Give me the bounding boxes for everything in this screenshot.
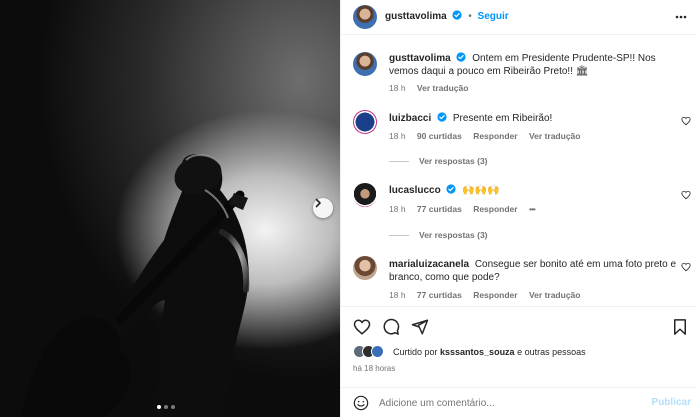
heart-icon[interactable]: [353, 318, 371, 336]
chevron-right-icon: [315, 198, 321, 208]
comment-input[interactable]: [379, 394, 639, 412]
caption-username[interactable]: gusttavolima: [389, 53, 451, 64]
comment-avatar-lucaslucco[interactable]: [353, 183, 377, 207]
translate-link[interactable]: Ver tradução: [529, 131, 581, 141]
post-header: gusttavolima • Seguir: [341, 0, 696, 35]
liked-by-prefix: Curtido por: [393, 347, 441, 357]
emoji-icon[interactable]: [353, 395, 369, 411]
next-slide-button[interactable]: [313, 198, 333, 218]
comment-meta: 18 h 90 curtidas Responder Ver tradução: [389, 131, 589, 141]
carousel-dot: [171, 405, 175, 409]
liked-by-user[interactable]: ksssantos_souza: [440, 347, 515, 357]
verified-badge-icon: [437, 112, 447, 122]
liked-by-avatars[interactable]: [353, 345, 393, 359]
comment-username[interactable]: lucaslucco: [389, 185, 441, 196]
liked-by-text: Curtido por ksssantos_souza e outras pes…: [393, 347, 586, 357]
heart-icon[interactable]: [681, 190, 691, 200]
comment-time: 18 h: [389, 204, 406, 214]
caption-avatar[interactable]: [353, 52, 377, 76]
liked-by-suffix: e outras pessoas: [514, 347, 586, 357]
share-icon[interactable]: [411, 318, 429, 336]
verified-badge-icon: [446, 184, 457, 194]
publish-button[interactable]: Publicar: [652, 397, 691, 408]
comment-avatar-marialuizacanela[interactable]: [353, 256, 377, 280]
comment-avatar-luizbacci[interactable]: [353, 110, 377, 134]
guitarist-silhouette: [20, 154, 250, 417]
reply-button[interactable]: Responder: [473, 290, 517, 300]
caption-translate-link[interactable]: Ver tradução: [417, 83, 469, 93]
comment-marialuizacanela: marialuizacanela Consegue ser bonito até…: [389, 258, 679, 284]
replies-divider: [389, 160, 409, 162]
comment-lucaslucco: lucaslucco 🙌🙌🙌: [389, 184, 659, 197]
comment-meta: 18 h 77 curtidas Responder •••: [389, 204, 544, 214]
carousel-dot: [157, 405, 161, 409]
comment-likes[interactable]: 77 curtidas: [417, 204, 462, 214]
verified-badge-icon: [456, 52, 467, 62]
view-replies-label: Ver respostas (3): [419, 230, 488, 240]
replies-divider: [389, 234, 409, 236]
comment-time: 18 h: [389, 131, 406, 141]
reply-button[interactable]: Responder: [473, 131, 517, 141]
header-separator: •: [468, 11, 472, 22]
post-sidebar: gusttavolima • Seguir gusttavolima Ontem…: [340, 0, 696, 417]
comment-username[interactable]: marialuizacanela: [389, 259, 469, 270]
caption-time: 18 h: [389, 83, 406, 93]
comment-text: 🙌🙌🙌: [462, 185, 500, 196]
add-comment-bar: Publicar: [341, 387, 696, 417]
bookmark-icon[interactable]: [671, 318, 689, 336]
comment-meta: 18 h 77 curtidas Responder Ver tradução: [389, 290, 589, 300]
more-icon: [675, 15, 687, 19]
caption-meta: 18 h Ver tradução: [389, 83, 477, 93]
comment-text: Presente em Ribeirão!: [452, 113, 553, 124]
verified-badge-icon: [452, 10, 463, 20]
comment-more-button[interactable]: •••: [529, 204, 536, 214]
comment-likes[interactable]: 77 curtidas: [417, 290, 462, 300]
comment-icon[interactable]: [382, 318, 400, 336]
view-replies-label: Ver respostas (3): [419, 156, 488, 166]
comment-time: 18 h: [389, 290, 406, 300]
post-photo: [0, 0, 340, 417]
carousel-indicator: [157, 405, 175, 409]
header-line: gusttavolima • Seguir: [385, 10, 509, 22]
author-avatar[interactable]: [353, 5, 377, 29]
liker-avatar: [371, 345, 384, 358]
author-username[interactable]: gusttavolima: [385, 11, 447, 22]
follow-button[interactable]: Seguir: [478, 11, 509, 22]
comment-likes[interactable]: 90 curtidas: [417, 131, 462, 141]
more-options-button[interactable]: [674, 10, 688, 28]
action-bar: [341, 306, 696, 346]
view-replies-button[interactable]: Ver respostas (3): [389, 230, 488, 240]
carousel-dot: [164, 405, 168, 409]
heart-icon[interactable]: [681, 116, 691, 126]
reply-button[interactable]: Responder: [473, 204, 517, 214]
heart-icon[interactable]: [681, 262, 691, 272]
view-replies-button[interactable]: Ver respostas (3): [389, 156, 488, 166]
post-timestamp: há 18 horas: [353, 364, 396, 373]
comment-username[interactable]: luizbacci: [389, 113, 431, 124]
comment-luizbacci: luizbacci Presente em Ribeirão!: [389, 112, 659, 125]
translate-link[interactable]: Ver tradução: [529, 290, 581, 300]
caption-text-block: gusttavolima Ontem em Presidente Prudent…: [389, 52, 679, 78]
